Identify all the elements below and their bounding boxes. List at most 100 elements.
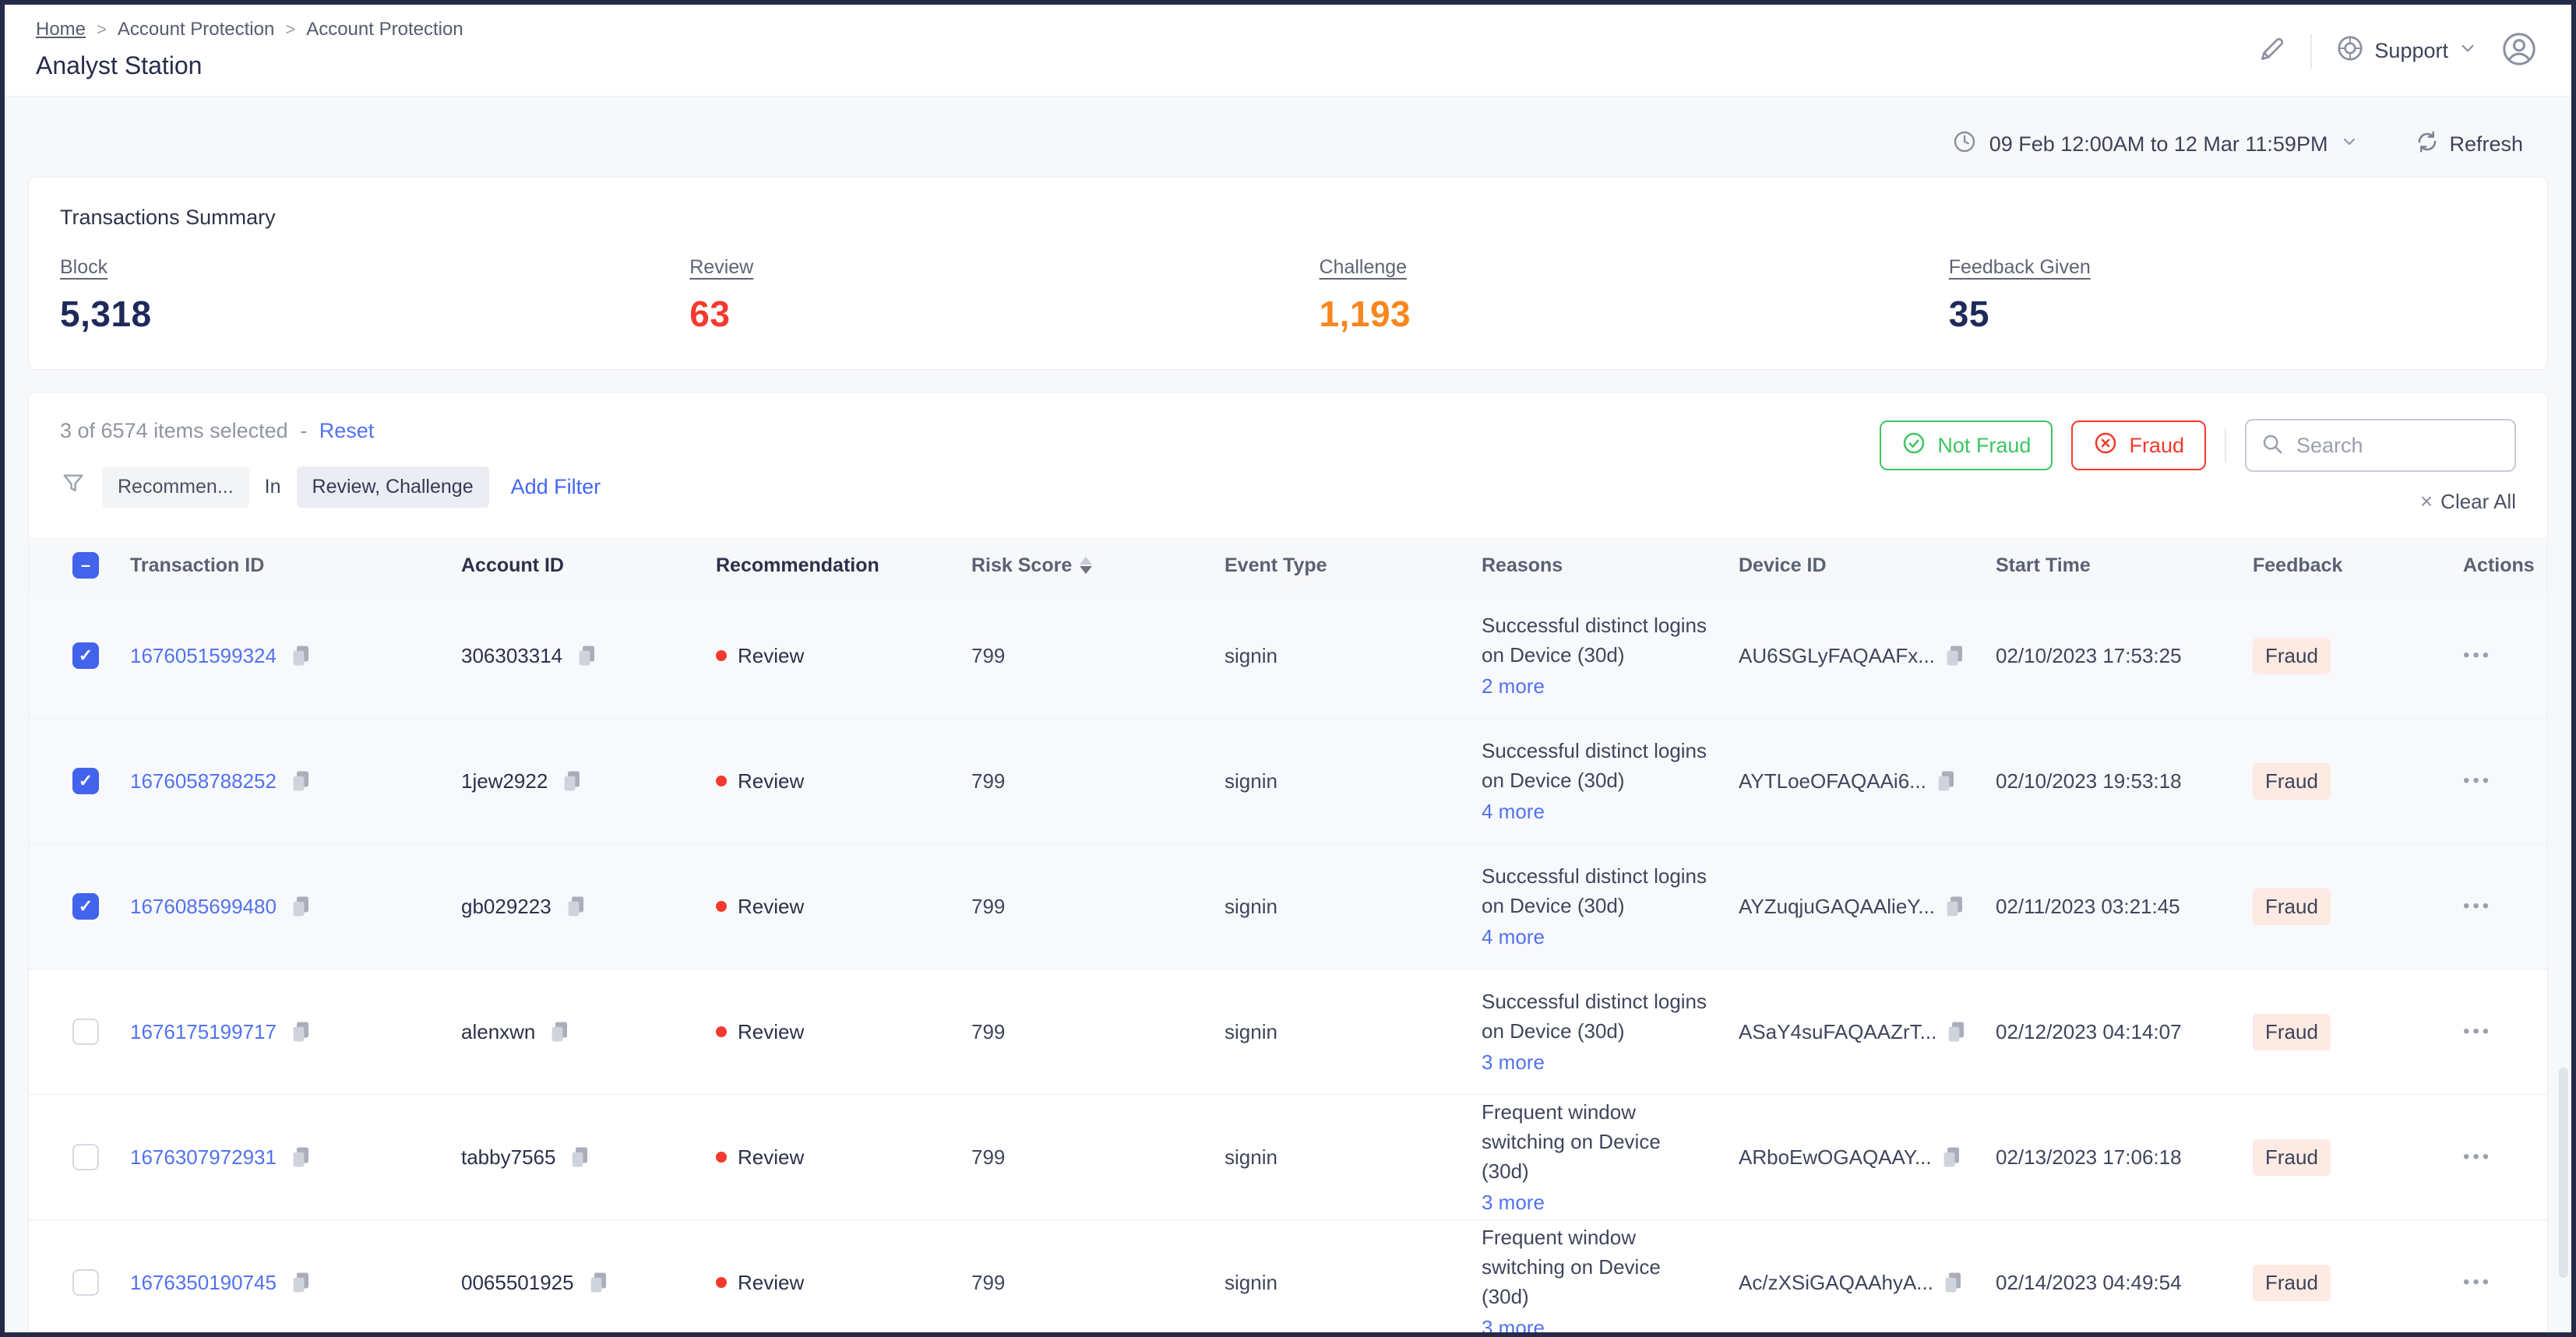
transaction-id-link[interactable]: 1676051599324: [130, 644, 277, 668]
row-checkbox[interactable]: ✓: [72, 642, 99, 669]
row-checkbox[interactable]: ✓: [72, 893, 99, 920]
reason-text: Frequent window switching on Device (30d…: [1482, 1097, 1711, 1186]
row-checkbox[interactable]: [72, 1269, 99, 1296]
col-transaction-id[interactable]: Transaction ID: [130, 554, 461, 577]
more-reasons-link[interactable]: 3 more: [1482, 1187, 1545, 1217]
row-actions-menu[interactable]: •••: [2463, 1272, 2492, 1293]
support-menu[interactable]: Support: [2335, 33, 2478, 69]
search-box[interactable]: [2245, 419, 2516, 472]
chevron-down-icon[interactable]: [2340, 132, 2359, 157]
user-avatar-icon[interactable]: [2501, 31, 2537, 71]
more-reasons-link[interactable]: 4 more: [1482, 922, 1545, 952]
start-time: 02/14/2023 04:49:54: [1996, 1271, 2253, 1295]
metric-feedback-given-label[interactable]: Feedback Given: [1949, 256, 2091, 278]
row-actions-menu[interactable]: •••: [2463, 770, 2492, 792]
row-checkbox[interactable]: [72, 1144, 99, 1170]
row-actions-menu[interactable]: •••: [2463, 1021, 2492, 1043]
breadcrumb-item[interactable]: Account Protection: [118, 19, 274, 40]
copy-icon[interactable]: [1943, 895, 1966, 918]
col-risk-score[interactable]: Risk Score: [971, 554, 1225, 577]
recommendation-dot: [716, 1026, 727, 1037]
metric-challenge-label[interactable]: Challenge: [1320, 256, 1408, 278]
add-filter-button[interactable]: Add Filter: [511, 475, 601, 499]
copy-icon[interactable]: [575, 644, 598, 667]
not-fraud-button[interactable]: Not Fraud: [1880, 420, 2053, 470]
row-checkbox[interactable]: [72, 1019, 99, 1045]
event-type: signin: [1225, 1020, 1482, 1044]
device-id: ASaY4suFAQAAZrT...: [1739, 1020, 1936, 1044]
selection-count: 3 of 6574 items selected: [60, 419, 288, 442]
reset-selection-link[interactable]: Reset: [319, 419, 375, 442]
copy-icon[interactable]: [1941, 1271, 1965, 1294]
copy-icon[interactable]: [1944, 1020, 1968, 1043]
col-account-id[interactable]: Account ID: [461, 554, 716, 577]
col-reasons[interactable]: Reasons: [1482, 554, 1739, 577]
copy-icon[interactable]: [564, 895, 587, 918]
filter-value-chip[interactable]: Review, Challenge: [297, 466, 489, 508]
event-type: signin: [1225, 1145, 1482, 1170]
copy-icon[interactable]: [289, 1020, 312, 1043]
transaction-id-link[interactable]: 1676175199717: [130, 1020, 277, 1044]
date-range-picker[interactable]: 09 Feb 12:00AM to 12 Mar 11:59PM: [1989, 132, 2328, 157]
copy-icon[interactable]: [289, 895, 312, 918]
copy-icon[interactable]: [560, 769, 583, 793]
funnel-icon: [60, 471, 86, 503]
toolbar: 09 Feb 12:00AM to 12 Mar 11:59PM Refresh: [5, 129, 2523, 160]
metric-feedback-given-value: 35: [1949, 293, 2547, 335]
col-event-type[interactable]: Event Type: [1225, 554, 1482, 577]
actions-divider: [2225, 428, 2226, 463]
copy-icon[interactable]: [289, 644, 312, 667]
search-input[interactable]: [2295, 433, 2469, 459]
copy-icon[interactable]: [548, 1020, 571, 1043]
metric-review-label[interactable]: Review: [689, 256, 753, 278]
device-id: ARboEwOGAQAAY...: [1739, 1145, 1932, 1170]
copy-icon[interactable]: [289, 769, 312, 793]
refresh-button[interactable]: Refresh: [2415, 129, 2523, 160]
event-type: signin: [1225, 769, 1482, 793]
clear-all-button[interactable]: × Clear All: [2420, 489, 2516, 514]
transaction-id-link[interactable]: 1676350190745: [130, 1271, 277, 1295]
col-actions: Actions: [2463, 554, 2548, 577]
copy-icon[interactable]: [1934, 769, 1958, 793]
row-checkbox[interactable]: ✓: [72, 768, 99, 794]
col-feedback[interactable]: Feedback: [2253, 554, 2463, 577]
event-type: signin: [1225, 1271, 1482, 1295]
feedback-badge: Fraud: [2253, 763, 2331, 800]
sort-icon[interactable]: [1080, 557, 1092, 574]
col-recommendation[interactable]: Recommendation: [716, 554, 971, 577]
filter-field-chip[interactable]: Recommen...: [102, 466, 249, 508]
col-device-id[interactable]: Device ID: [1739, 554, 1996, 577]
more-reasons-link[interactable]: 3 more: [1482, 1047, 1545, 1077]
copy-icon[interactable]: [289, 1271, 312, 1294]
fraud-button[interactable]: Fraud: [2071, 420, 2206, 470]
col-start-time[interactable]: Start Time: [1996, 554, 2253, 577]
metric-block-label[interactable]: Block: [60, 256, 107, 278]
row-actions-menu[interactable]: •••: [2463, 1146, 2492, 1168]
support-label: Support: [2374, 39, 2448, 63]
more-reasons-link[interactable]: 4 more: [1482, 797, 1545, 826]
copy-icon[interactable]: [1940, 1145, 1963, 1169]
feedback-badge: Fraud: [2253, 1139, 2331, 1176]
recommendation-label: Review: [738, 895, 804, 919]
vertical-scrollbar[interactable]: [2559, 1068, 2568, 1278]
select-all-checkbox[interactable]: –: [72, 552, 99, 579]
row-actions-menu[interactable]: •••: [2463, 895, 2492, 917]
transaction-id-link[interactable]: 1676307972931: [130, 1145, 277, 1170]
more-reasons-link[interactable]: 3 more: [1482, 1313, 1545, 1337]
clock-icon: [1952, 129, 1977, 160]
more-reasons-link[interactable]: 2 more: [1482, 671, 1545, 701]
edit-pencil-icon[interactable]: [2257, 34, 2287, 68]
row-actions-menu[interactable]: •••: [2463, 645, 2492, 667]
transaction-id-link[interactable]: 1676058788252: [130, 769, 277, 793]
copy-icon[interactable]: [587, 1271, 610, 1294]
copy-icon[interactable]: [568, 1145, 591, 1169]
copy-icon[interactable]: [289, 1145, 312, 1169]
risk-score: 799: [971, 1020, 1225, 1044]
risk-score: 799: [971, 769, 1225, 793]
recommendation-dot: [716, 650, 727, 661]
transaction-id-link[interactable]: 1676085699480: [130, 895, 277, 919]
breadcrumb-home-link[interactable]: Home: [36, 19, 86, 40]
filter-operator: In: [265, 476, 281, 498]
copy-icon[interactable]: [1943, 644, 1966, 667]
page-title: Analyst Station: [36, 51, 2540, 80]
